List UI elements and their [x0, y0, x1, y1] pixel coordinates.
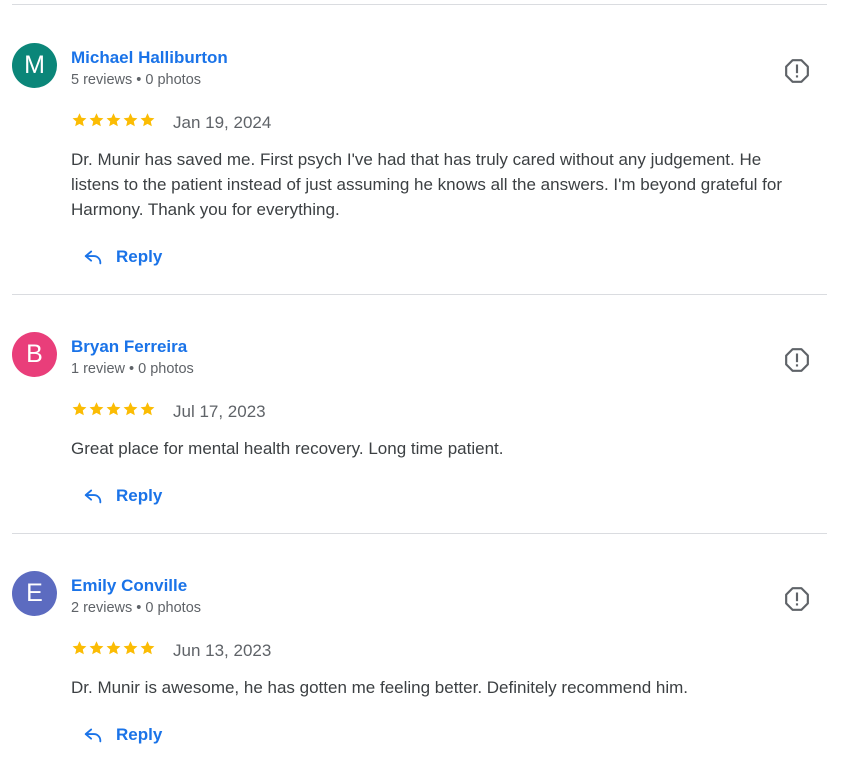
review-text: Dr. Munir has saved me. First psych I've… — [71, 150, 783, 219]
review-card: E Emily Conville 2 reviews • 0 photos Ju… — [0, 539, 848, 778]
reviewer-name[interactable]: Bryan Ferreira — [71, 337, 187, 357]
star-icon — [140, 113, 155, 127]
reviewer-stats: 5 reviews • 0 photos — [71, 72, 202, 88]
review-card: M Michael Halliburton 5 reviews • 0 phot… — [0, 11, 848, 266]
star-icon — [89, 113, 104, 127]
review-date: Jun 13, 2023 — [173, 641, 272, 660]
reply-label: Reply — [116, 486, 163, 505]
reply-label: Reply — [116, 247, 163, 266]
star-icon — [89, 402, 104, 416]
star-icon — [72, 641, 87, 655]
star-rating — [71, 110, 156, 130]
report-icon[interactable] — [784, 58, 810, 84]
star-icon — [106, 113, 121, 127]
divider — [12, 533, 827, 534]
star-icon — [140, 641, 155, 655]
report-icon[interactable] — [784, 586, 810, 612]
reviewer-name[interactable]: Michael Halliburton — [71, 48, 228, 68]
reply-icon — [84, 250, 102, 265]
divider — [12, 4, 827, 5]
star-icon — [140, 402, 155, 416]
review-text: Dr. Munir is awesome, he has gotten me f… — [71, 678, 689, 697]
report-icon[interactable] — [784, 347, 810, 373]
avatar[interactable]: M — [12, 43, 57, 88]
star-icon — [89, 641, 104, 655]
review-date: Jan 19, 2024 — [173, 113, 272, 132]
star-rating — [71, 399, 156, 419]
reply-icon — [84, 489, 102, 504]
reply-button[interactable]: Reply — [80, 481, 168, 511]
divider — [12, 294, 827, 295]
reviewer-stats: 1 review • 0 photos — [71, 361, 194, 377]
review-text: Great place for mental health recovery. … — [71, 439, 504, 458]
reply-button[interactable]: Reply — [80, 720, 168, 750]
reviewer-name[interactable]: Emily Conville — [71, 576, 187, 596]
reviewer-stats: 2 reviews • 0 photos — [71, 600, 202, 616]
avatar[interactable]: E — [12, 571, 57, 616]
star-icon — [123, 641, 138, 655]
reply-button[interactable]: Reply — [80, 242, 168, 272]
review-date: Jul 17, 2023 — [173, 402, 266, 421]
star-rating — [71, 638, 156, 658]
star-icon — [72, 402, 87, 416]
star-icon — [106, 641, 121, 655]
avatar[interactable]: B — [12, 332, 57, 377]
star-icon — [123, 402, 138, 416]
reply-label: Reply — [116, 725, 163, 744]
star-icon — [123, 113, 138, 127]
star-icon — [72, 113, 87, 127]
star-icon — [106, 402, 121, 416]
reply-icon — [84, 728, 102, 743]
review-card: B Bryan Ferreira 1 review • 0 photos Jul… — [0, 300, 848, 539]
